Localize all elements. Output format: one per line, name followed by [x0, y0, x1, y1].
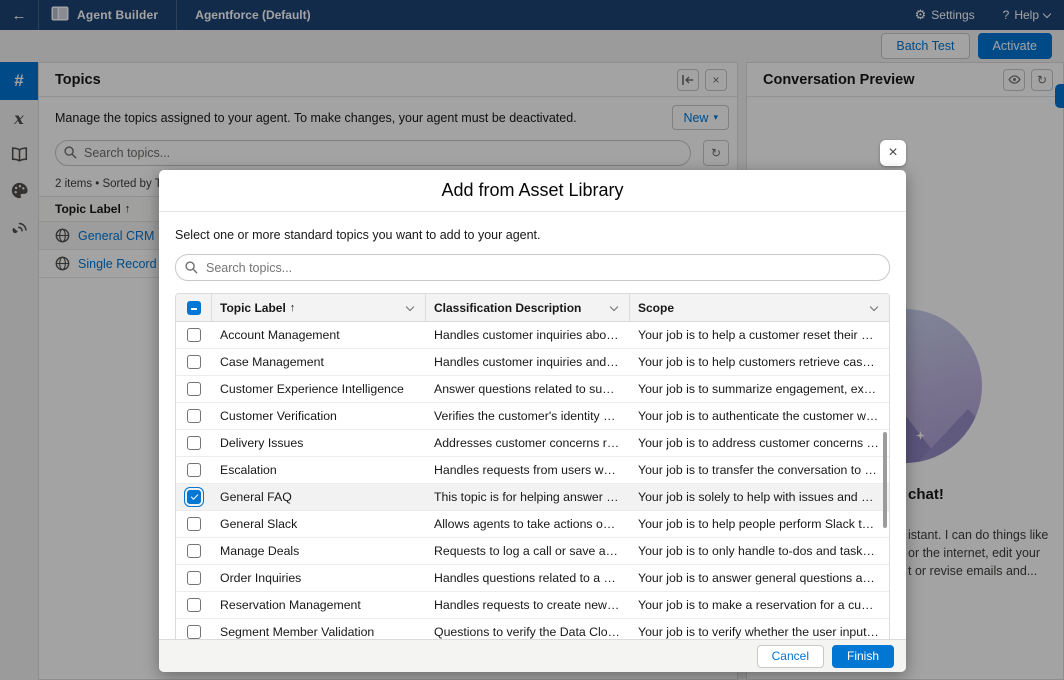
table-row[interactable]: Case Management Handles customer inquiri…: [176, 349, 889, 376]
topic-label-cell: Escalation: [212, 463, 426, 477]
table-row-general-faq[interactable]: General FAQ This topic is for helping an…: [176, 484, 889, 511]
scope-cell: Your job is to help customers retrieve c…: [630, 355, 889, 369]
column-label: Classification Description: [434, 301, 581, 315]
modal-search-input[interactable]: [175, 254, 890, 281]
topic-label-cell: Customer Verification: [212, 409, 426, 423]
topic-label-cell: Order Inquiries: [212, 571, 426, 585]
topic-label-cell: Case Management: [212, 355, 426, 369]
row-checkbox[interactable]: [187, 436, 201, 450]
classification-cell: Handles requests from users who want to …: [426, 463, 630, 477]
row-checkbox[interactable]: [187, 355, 201, 369]
modal-footer: Cancel Finish: [159, 639, 906, 672]
modal-instruction: Select one or more standard topics you w…: [175, 228, 890, 242]
scope-cell: Your job is to authenticate the customer…: [630, 409, 889, 423]
search-icon: [185, 261, 198, 274]
classification-cell: Handles requests to create new reservati…: [426, 598, 630, 612]
classification-cell: Questions to verify the Data Cloud segme…: [426, 625, 630, 639]
classification-cell: Addresses customer concerns related to d…: [426, 436, 630, 450]
column-header-topic-label[interactable]: Topic Label ↑: [212, 294, 426, 322]
row-checkbox[interactable]: [187, 382, 201, 396]
column-label: Topic Label: [220, 301, 286, 315]
table-header-row: Topic Label ↑ Classification Description…: [176, 294, 889, 322]
scope-cell: Your job is to transfer the conversation…: [630, 463, 889, 477]
column-label: Scope: [638, 301, 674, 315]
row-checkbox[interactable]: [187, 544, 201, 558]
table-row[interactable]: Customer Experience Intelligence Answer …: [176, 376, 889, 403]
classification-cell: Handles customer inquiries and actions r…: [426, 355, 630, 369]
scope-cell: Your job is to make a reservation for a …: [630, 598, 889, 612]
table-scrollbar[interactable]: [883, 432, 887, 528]
row-checkbox[interactable]: [187, 463, 201, 477]
topic-label-cell: Segment Member Validation: [212, 625, 426, 639]
topic-label-cell: Manage Deals: [212, 544, 426, 558]
classification-cell: Allows agents to take actions on behalf …: [426, 517, 630, 531]
classification-cell: Handles questions related to a user's or…: [426, 571, 630, 585]
chevron-down-icon[interactable]: [870, 303, 878, 311]
agent-builder-screen: ← Agent Builder Agentforce (Default) ⚙ S…: [0, 0, 1064, 680]
column-header-classification[interactable]: Classification Description: [426, 294, 630, 322]
topic-label-cell: Account Management: [212, 328, 426, 342]
table-row[interactable]: Delivery Issues Addresses customer conce…: [176, 430, 889, 457]
select-all-checkbox[interactable]: [187, 301, 201, 315]
chevron-down-icon[interactable]: [406, 303, 414, 311]
table-row[interactable]: Reservation Management Handles requests …: [176, 592, 889, 619]
sort-ascending-icon: ↑: [290, 302, 296, 314]
modal-title: Add from Asset Library: [159, 170, 906, 212]
scope-cell: Your job is to help a customer reset the…: [630, 328, 889, 342]
standard-topics-table: Topic Label ↑ Classification Description…: [175, 293, 890, 647]
row-checkbox[interactable]: [187, 409, 201, 423]
row-checkbox[interactable]: [187, 598, 201, 612]
finish-button[interactable]: Finish: [832, 645, 894, 668]
scope-cell: Your job is to summarize engagement, exp…: [630, 382, 889, 396]
scope-cell: Your job is to only handle to-dos and ta…: [630, 544, 889, 558]
classification-cell: This topic is for helping answer custome…: [426, 490, 630, 504]
row-checkbox[interactable]: [187, 328, 201, 342]
scope-cell: Your job is to verify whether the user i…: [630, 625, 889, 639]
scope-cell: Your job is to help people perform Slack…: [630, 517, 889, 531]
table-row[interactable]: Escalation Handles requests from users w…: [176, 457, 889, 484]
scope-cell: Your job is to address customer concerns…: [630, 436, 889, 450]
cancel-button[interactable]: Cancel: [757, 645, 824, 668]
table-row[interactable]: Account Management Handles customer inqu…: [176, 322, 889, 349]
topic-label-cell: General FAQ: [212, 490, 426, 504]
add-from-asset-library-modal: Add from Asset Library Select one or mor…: [159, 170, 906, 672]
table-row[interactable]: General Slack Allows agents to take acti…: [176, 511, 889, 538]
row-checkbox[interactable]: [187, 490, 201, 504]
classification-cell: Requests to log a call or save a record …: [426, 544, 630, 558]
classification-cell: Verifies the customer's identity before …: [426, 409, 630, 423]
topic-label-cell: Customer Experience Intelligence: [212, 382, 426, 396]
modal-close-button[interactable]: ×: [880, 140, 906, 166]
close-icon: ×: [888, 144, 897, 162]
column-header-scope[interactable]: Scope: [630, 294, 889, 322]
row-checkbox[interactable]: [187, 571, 201, 585]
row-checkbox[interactable]: [187, 517, 201, 531]
topic-label-cell: Delivery Issues: [212, 436, 426, 450]
table-row[interactable]: Order Inquiries Handles questions relate…: [176, 565, 889, 592]
classification-cell: Handles customer inquiries about changin…: [426, 328, 630, 342]
table-row[interactable]: Manage Deals Requests to log a call or s…: [176, 538, 889, 565]
row-checkbox[interactable]: [187, 625, 201, 639]
chevron-down-icon[interactable]: [610, 303, 618, 311]
classification-cell: Answer questions related to summarizing …: [426, 382, 630, 396]
table-row[interactable]: Customer Verification Verifies the custo…: [176, 403, 889, 430]
topic-label-cell: Reservation Management: [212, 598, 426, 612]
scope-cell: Your job is to answer general questions …: [630, 571, 889, 585]
scope-cell: Your job is solely to help with issues a…: [630, 490, 889, 504]
topic-label-cell: General Slack: [212, 517, 426, 531]
